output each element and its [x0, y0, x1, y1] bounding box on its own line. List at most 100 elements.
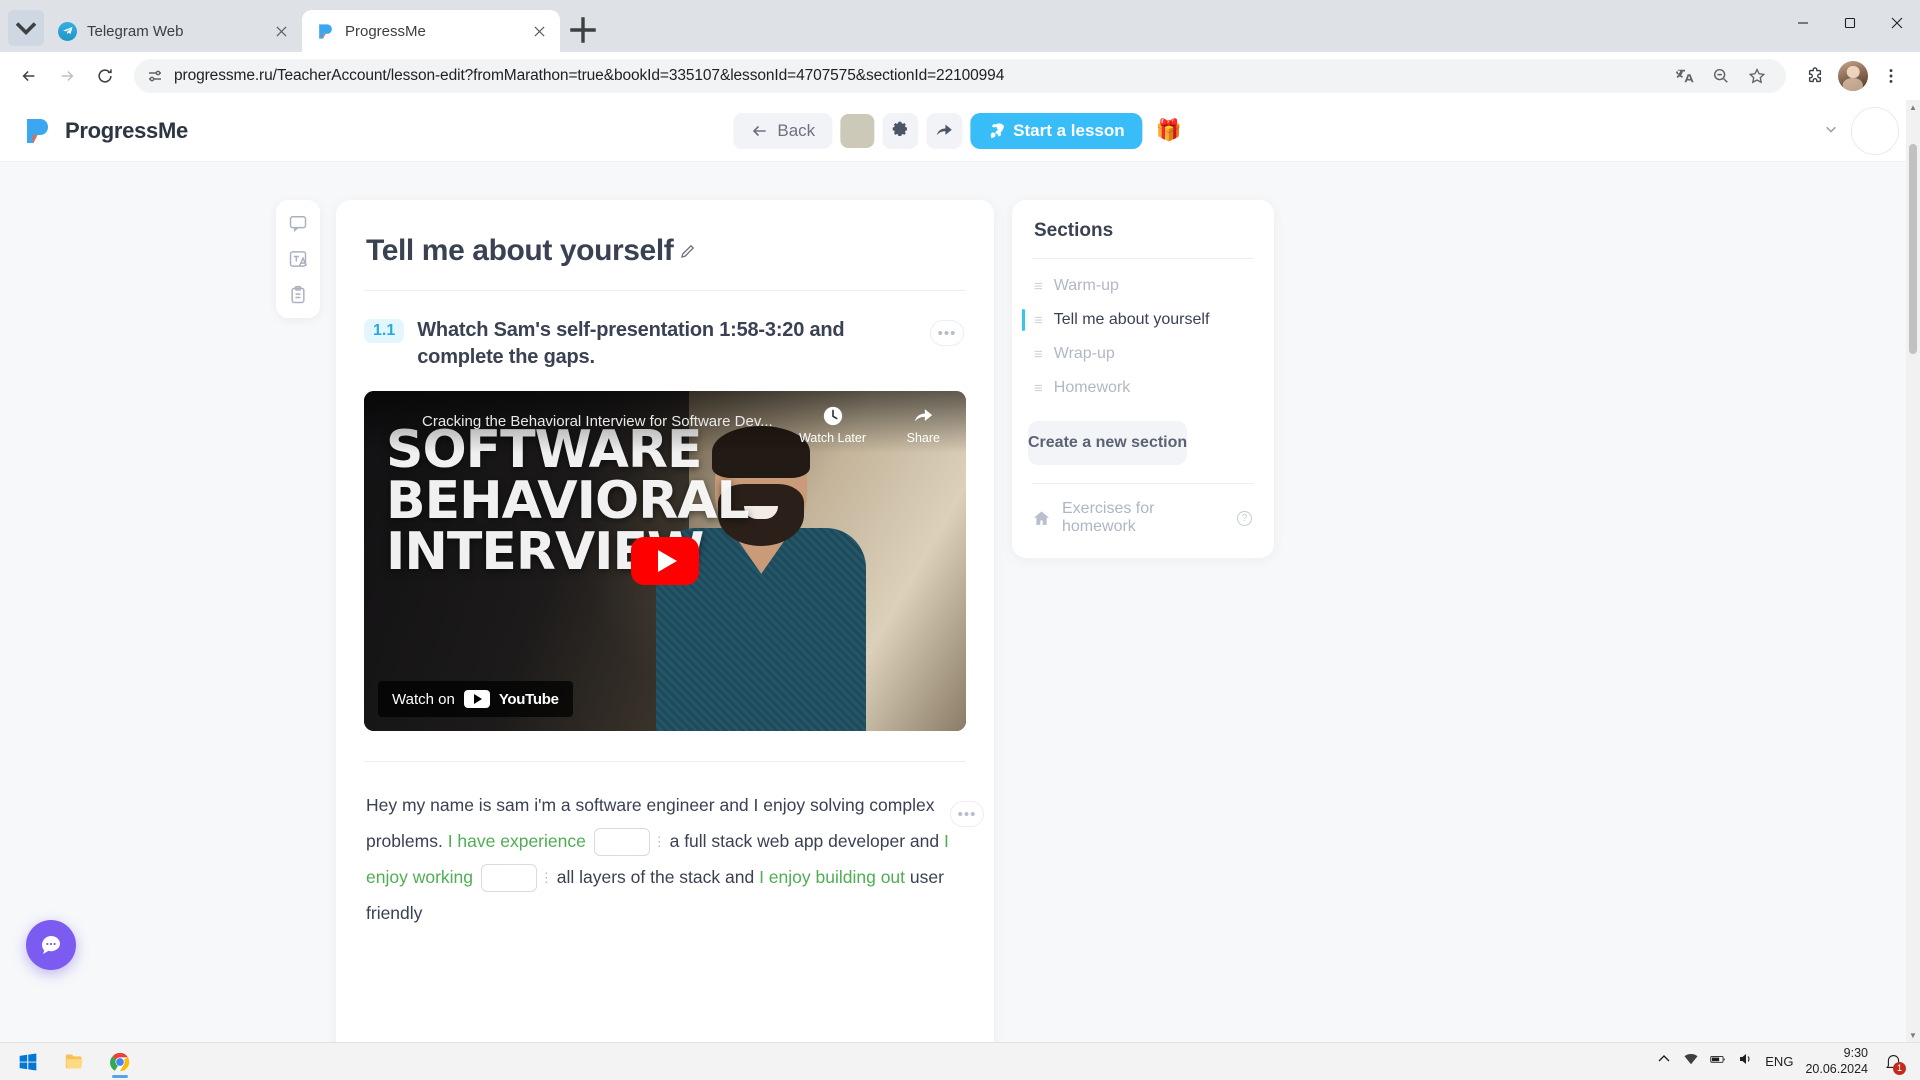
progressme-logo-icon — [22, 115, 54, 147]
language-indicator[interactable]: ENG — [1765, 1054, 1793, 1069]
translate-card-icon[interactable] — [284, 245, 312, 273]
maximize-button[interactable] — [1826, 0, 1873, 46]
tools-rail — [276, 200, 320, 318]
gap-highlight-segment: I enjoy building out — [759, 866, 906, 887]
task-menu-button[interactable]: ••• — [930, 320, 964, 346]
gear-icon[interactable] — [882, 112, 919, 149]
app-header: ProgressMe Back Start a lesson 🎁 — [0, 100, 1920, 162]
zoom-icon[interactable] — [1704, 59, 1738, 93]
drag-handle-icon[interactable]: ≡ — [1034, 347, 1043, 362]
back-button[interactable]: Back — [733, 112, 833, 149]
page-scrollbar[interactable]: ▲ ▼ — [1906, 100, 1920, 1042]
file-explorer[interactable] — [52, 1045, 96, 1079]
house-icon — [1032, 509, 1051, 528]
comment-icon[interactable] — [284, 209, 312, 237]
task-instruction: Whatch Sam's self-presentation 1:58-3:20… — [417, 319, 845, 368]
share-arrow-icon[interactable] — [926, 112, 963, 149]
gap-text-segment: a full stack web app developer and — [664, 830, 944, 851]
browser-tab-telegram[interactable]: Telegram Web — [44, 10, 302, 52]
new-tab-button[interactable] — [566, 13, 600, 47]
video-share-button[interactable]: Share — [907, 405, 940, 445]
watch-on-label: Watch on — [392, 690, 455, 708]
pencil-icon[interactable] — [679, 242, 697, 260]
notification-badge: 1 — [1893, 1061, 1906, 1075]
sidebar-item-warm-up[interactable]: ≡ Warm-up — [1012, 269, 1274, 303]
start-lesson-button[interactable]: Start a lesson — [970, 112, 1143, 149]
exercises-for-homework-link[interactable]: Exercises for homework ? — [1012, 484, 1274, 536]
lesson-title-text: Tell me about yourself — [366, 234, 674, 267]
progressme-icon — [316, 21, 335, 41]
clock-date: 20.06.2024 — [1805, 1061, 1868, 1076]
lesson-card: Tell me about yourself 1.1 Whatch Sam's … — [336, 200, 994, 1042]
clock[interactable]: 9:30 20.06.2024 — [1805, 1046, 1868, 1077]
taskbar-apps — [6, 1045, 142, 1079]
start-button[interactable] — [6, 1045, 50, 1079]
gap-drag-handle[interactable]: ⋮ — [540, 865, 553, 892]
reload-icon[interactable] — [88, 59, 122, 93]
rocket-icon — [988, 122, 1005, 139]
notification-center-button[interactable]: 1 — [1880, 1049, 1906, 1075]
page-viewport: ProgressMe Back Start a lesson 🎁 Tell me… — [0, 100, 1920, 1042]
task-header: 1.1 Whatch Sam's self-presentation 1:58-… — [336, 291, 994, 383]
exercise-menu-button[interactable]: ••• — [950, 801, 984, 827]
watch-on-youtube-badge[interactable]: Watch on YouTube — [378, 681, 573, 717]
youtube-video-embed[interactable]: SOFTWARE BEHAVIORAL INTERVIEW Cracking t… — [364, 391, 966, 731]
tab-search-icon[interactable] — [8, 10, 44, 46]
close-window-button[interactable] — [1873, 0, 1920, 46]
browser-tab-progressme[interactable]: ProgressMe — [302, 10, 560, 52]
gap-input-2[interactable] — [480, 864, 537, 893]
gift-icon[interactable]: 🎁 — [1151, 113, 1187, 149]
google-chrome[interactable] — [98, 1045, 142, 1079]
sections-panel: Sections ≡ Warm-up ≡ Tell me about yours… — [1012, 200, 1274, 558]
clock-time: 9:30 — [1843, 1045, 1868, 1060]
video-title[interactable]: Cracking the Behavioral Interview for So… — [422, 413, 773, 430]
chevron-down-icon[interactable] — [1824, 122, 1838, 139]
header-user-area — [1824, 107, 1898, 154]
info-icon[interactable]: ? — [1237, 510, 1252, 526]
create-section-button[interactable]: Create a new section — [1028, 421, 1188, 465]
translate-icon[interactable] — [1668, 59, 1702, 93]
page-title: Tell me about yourself — [336, 234, 994, 290]
chat-bubble-icon[interactable] — [26, 920, 76, 970]
sidebar-item-tell-me-about-yourself[interactable]: ≡ Tell me about yourself — [1012, 303, 1274, 337]
watch-later-button[interactable]: Watch Later — [799, 405, 866, 445]
wifi-icon[interactable] — [1683, 1051, 1699, 1072]
site-settings-icon[interactable] — [146, 67, 164, 85]
volume-icon[interactable] — [1737, 1051, 1753, 1072]
drag-handle-icon[interactable]: ≡ — [1034, 313, 1043, 328]
video-share-label: Share — [906, 431, 940, 445]
gap-drag-handle[interactable]: ⋮ — [653, 829, 666, 856]
browser-tab-label: Telegram Web — [87, 22, 184, 40]
chevron-up-icon[interactable] — [1656, 1051, 1672, 1072]
forward-icon[interactable] — [50, 59, 84, 93]
chrome-menu-icon[interactable] — [1874, 59, 1908, 93]
extensions-icon[interactable] — [1798, 59, 1832, 93]
close-icon[interactable] — [528, 20, 550, 42]
profile-avatar[interactable] — [1838, 61, 1868, 91]
minimize-button[interactable] — [1779, 0, 1826, 46]
drag-handle-icon[interactable]: ≡ — [1034, 381, 1043, 396]
gap-highlight-segment: I have experience — [447, 830, 586, 851]
back-icon[interactable] — [12, 59, 46, 93]
tray-icon-group — [1656, 1051, 1753, 1072]
scrollbar-thumb[interactable] — [1909, 144, 1917, 354]
clipboard-icon[interactable] — [284, 281, 312, 309]
lesson-cover-thumbnail[interactable] — [840, 113, 875, 148]
gap-input-1[interactable] — [593, 828, 650, 857]
brand-logo-group[interactable]: ProgressMe — [22, 115, 188, 147]
url-text: progressme.ru/TeacherAccount/lesson-edit… — [174, 67, 1005, 84]
user-avatar[interactable] — [1852, 107, 1898, 154]
play-button[interactable] — [631, 537, 699, 585]
sidebar-item-homework[interactable]: ≡ Homework — [1012, 371, 1274, 405]
taskbar-tray: ENG 9:30 20.06.2024 1 — [1656, 1046, 1914, 1077]
close-icon[interactable] — [270, 20, 292, 42]
gap-fill-exercise: ••• Hey my name is sam i'm a software en… — [336, 762, 994, 932]
sidebar-item-wrap-up[interactable]: ≡ Wrap-up — [1012, 337, 1274, 371]
header-toolbar: Back Start a lesson 🎁 — [733, 112, 1187, 149]
battery-icon[interactable] — [1710, 1051, 1726, 1072]
scroll-down-arrow[interactable]: ▼ — [1906, 1028, 1920, 1042]
address-bar[interactable]: progressme.ru/TeacherAccount/lesson-edit… — [134, 59, 1786, 93]
drag-handle-icon[interactable]: ≡ — [1034, 279, 1043, 294]
scroll-up-arrow[interactable]: ▲ — [1906, 100, 1920, 114]
bookmark-star-icon[interactable] — [1740, 59, 1774, 93]
